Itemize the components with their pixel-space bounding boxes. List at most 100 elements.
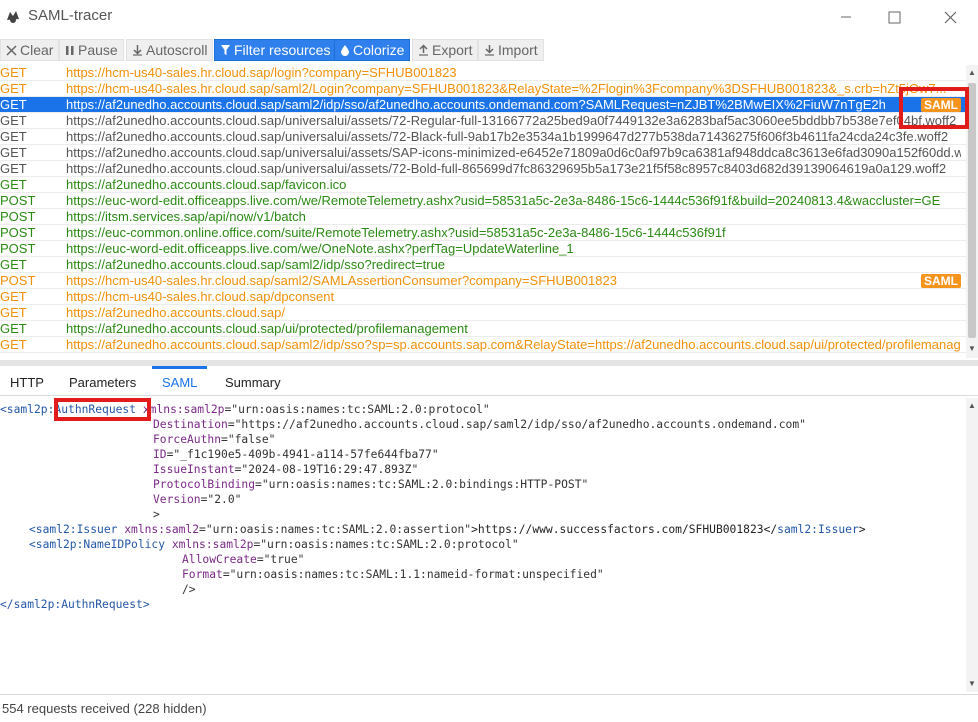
saml-badge: SAML [921,274,961,288]
scroll-down-icon[interactable]: ▼ [966,678,978,690]
import-label: Import [498,42,538,58]
xml-text: >https://www.successfactors.com/SFHUB001… [471,523,778,536]
request-row[interactable]: POST https://euc-word-edit.officeapps.liv… [0,193,966,209]
colorize-button[interactable]: Colorize [334,39,411,61]
xml-tag: <saml2:Issuer [29,523,118,536]
xml-value: ="urn:oasis:names:tc:SAML:1.1:nameid-for… [222,568,604,581]
request-row[interactable]: POST https://euc-word-edit.officeapps.liv… [0,241,966,257]
request-row[interactable]: GET https://af2unedho.accounts.cloud.sap/… [0,129,966,145]
toolbar: Clear Pause Autoscroll Filter resources … [0,38,978,62]
filter-resources-button[interactable]: Filter resources [214,39,337,61]
request-url: https://af2unedho.accounts.cloud.sap/uni… [66,161,947,176]
saml-xml-view: <saml2p:AuthnRequest xmlns:saml2p="urn:o… [0,398,966,694]
status-bar: 554 requests received (228 hidden) [0,694,978,722]
xml-line: Destination="https://af2unedho.accounts.… [153,417,806,432]
scroll-down-icon[interactable]: ▼ [966,343,978,355]
xml-text: > [153,508,160,521]
xml-value: ="2.0" [200,493,242,506]
autoscroll-label: Autoscroll [146,42,208,58]
xml-line: </saml2p:AuthnRequest> [0,597,150,612]
request-method: GET [0,177,27,192]
request-method: GET [0,305,27,320]
request-row[interactable]: GET https://af2unedho.accounts.cloud.sap/… [0,321,966,337]
request-method: GET [0,145,27,160]
request-row[interactable]: GET https://af2unedho.accounts.cloud.sap/… [0,337,966,353]
close-button[interactable] [924,0,976,34]
filter-icon [220,44,231,56]
request-url: https://af2unedho.accounts.cloud.sap/uni… [66,113,957,128]
request-row[interactable]: GET https://af2unedho.accounts.cloud.sap/… [0,97,966,113]
xml-tag: <saml2p: [0,403,55,416]
request-url: https://itsm.services.sap/api/now/v1/bat… [66,209,306,224]
status-text: 554 requests received (228 hidden) [2,701,207,716]
xml-value: ="urn:oasis:names:tc:SAML:2.0:bindings:H… [255,478,589,491]
title-bar: SAML-tracer [0,0,978,34]
scroll-up-icon[interactable]: ▲ [966,400,978,412]
request-url: https://af2unedho.accounts.cloud.sap/ui/… [66,321,468,336]
request-method: GET [0,97,27,112]
request-url: https://af2unedho.accounts.cloud.sap/sam… [66,257,446,272]
request-method: POST [0,193,36,208]
xml-line: /> [182,582,196,597]
autoscroll-button[interactable]: Autoscroll [126,39,214,61]
export-label: Export [432,42,473,58]
scroll-up-icon[interactable]: ▲ [966,67,978,79]
tab-summary[interactable]: Summary [215,366,291,396]
request-url: https://hcm-us40-sales.hr.cloud.sap/saml… [66,273,617,288]
xml-line: ID="_f1c190e5-409b-4941-a114-57fe644fba7… [153,447,439,462]
export-button[interactable]: Export [412,39,479,61]
upload-icon [418,44,429,56]
tab-parameters[interactable]: Parameters [59,366,146,396]
request-row[interactable]: GET https://hcm-us40-sales.hr.cloud.sap/l… [0,65,966,81]
pause-label: Pause [78,42,118,58]
request-row[interactable]: GET https://af2unedho.accounts.cloud.sap/… [0,145,966,161]
request-method: GET [0,161,27,176]
request-row[interactable]: GET https://af2unedho.accounts.cloud.sap/ [0,305,966,321]
pause-icon [65,45,75,56]
xml-attribute: ProtocolBinding [153,478,256,491]
xml-line: > [153,507,160,522]
tab-saml[interactable]: SAML [152,366,208,396]
request-row[interactable]: GET https://hcm-us40-sales.hr.cloud.sap/s… [0,81,966,97]
clear-label: Clear [20,42,54,58]
minimize-button[interactable] [820,0,872,34]
xml-attribute: ID [153,448,167,461]
xml-attribute: Version [153,493,201,506]
request-row[interactable]: GET https://af2unedho.accounts.cloud.sap/… [0,113,966,129]
xml-view-scrollbar[interactable]: ▲ ▼ [966,398,978,692]
request-row[interactable]: POST https://euc-common.online.office.com… [0,225,966,241]
xml-attribute: ForceAuthn [153,433,222,446]
request-row[interactable]: POST https://hcm-us40-sales.hr.cloud.sap/… [0,273,966,289]
request-row[interactable]: GET https://af2unedho.accounts.cloud.sap/… [0,257,966,273]
xml-value: ="_f1c190e5-409b-4941-a114-57fe644fba77" [166,448,439,461]
close-icon [6,44,17,56]
xml-attribute: xmlns:saml2 [117,523,200,536]
colorize-label: Colorize [353,42,405,58]
xml-attribute: Format [182,568,223,581]
request-url: https://hcm-us40-sales.hr.cloud.sap/dpco… [66,289,335,304]
xml-value: ="true" [256,553,305,566]
request-row[interactable]: GET https://af2unedho.accounts.cloud.sap/… [0,161,966,177]
xml-value: ="https://af2unedho.accounts.cloud.sap/s… [227,418,806,431]
maximize-button[interactable] [868,0,920,34]
xml-tag: </saml2p:AuthnRequest> [0,598,150,611]
request-row[interactable]: GET https://af2unedho.accounts.cloud.sap/… [0,177,966,193]
request-url: https://af2unedho.accounts.cloud.sap/uni… [66,129,949,144]
import-button[interactable]: Import [478,39,544,61]
request-row[interactable]: POST https://itsm.services.sap/api/now/v1… [0,209,966,225]
pause-button[interactable]: Pause [59,39,124,61]
request-method: GET [0,337,27,352]
scroll-thumb[interactable] [968,83,976,338]
request-url: https://hcm-us40-sales.hr.cloud.sap/saml… [66,81,947,96]
xml-attribute: xmlns:saml2p [142,403,225,416]
arrow-down-icon [132,44,143,56]
xml-value: ="false" [221,433,276,446]
request-list: GET https://hcm-us40-sales.hr.cloud.sap/l… [0,65,966,358]
detail-tabs: HTTP Parameters SAML Summary [0,366,978,396]
tab-http[interactable]: HTTP [0,366,54,396]
clear-button[interactable]: Clear [0,39,60,61]
xml-line: ForceAuthn="false" [153,432,275,447]
request-method: GET [0,129,27,144]
request-url: https://af2unedho.accounts.cloud.sap/fav… [66,177,347,192]
request-row[interactable]: GET https://hcm-us40-sales.hr.cloud.sap/d… [0,289,966,305]
